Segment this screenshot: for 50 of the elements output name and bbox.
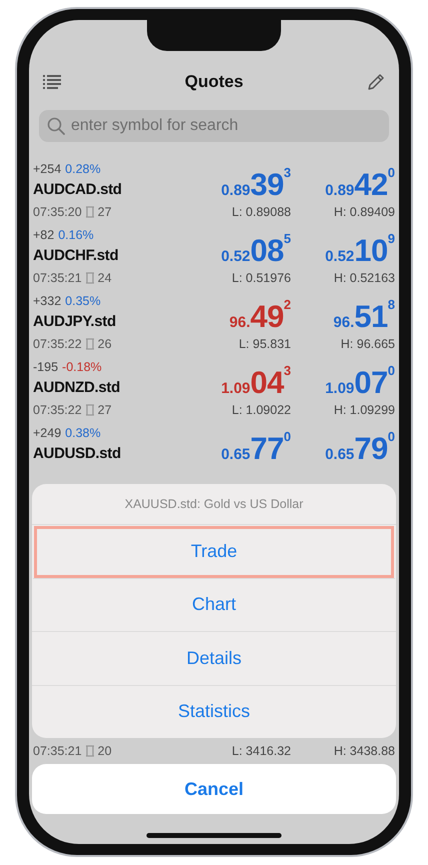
change-percent: 0.38% — [65, 425, 101, 442]
quote-time: 07:35:22 — [33, 337, 82, 351]
change-percent: 0.16% — [58, 227, 94, 244]
high-price: H: 1.09299 — [334, 402, 395, 419]
action-item[interactable]: Statistics — [32, 686, 396, 738]
quote-time: 07:35:21 — [33, 271, 82, 285]
spread-value: 26 — [98, 337, 112, 351]
action-item[interactable]: Trade — [33, 525, 395, 578]
spread-icon — [84, 404, 95, 416]
low-price: L: 3416.32 — [230, 744, 291, 758]
change-points: +249 — [33, 425, 62, 442]
spread-icon — [84, 272, 95, 284]
change-points: +254 — [33, 161, 62, 178]
screen-title: Quotes — [184, 72, 244, 92]
change-percent: -0.18% — [62, 359, 102, 376]
symbol-name[interactable]: AUDUSD.std — [33, 442, 187, 466]
change-percent: 0.35% — [65, 293, 101, 310]
quote-time: 07:35:20 — [33, 205, 82, 219]
sheet-title: XAUUSD.std: Gold vs US Dollar — [32, 484, 396, 525]
symbol-name[interactable]: AUDCHF.std — [33, 244, 187, 268]
high-price: H: 3438.88 — [332, 744, 395, 758]
spread-value: 20 — [98, 744, 112, 758]
low-price: L: 0.51976 — [232, 270, 291, 287]
change-points: +332 — [33, 293, 62, 310]
change-points: -195 — [33, 359, 58, 376]
spread-value: 24 — [98, 271, 112, 285]
symbol-name[interactable]: AUDJPY.std — [33, 310, 187, 334]
change-points: +82 — [33, 227, 54, 244]
action-item[interactable]: Chart — [32, 578, 396, 632]
action-item[interactable]: Details — [32, 632, 396, 686]
low-price: L: 1.09022 — [232, 402, 291, 419]
low-price: L: 0.89088 — [232, 204, 291, 221]
low-price: L: 95.831 — [238, 336, 291, 353]
symbol-name[interactable]: AUDNZD.std — [33, 376, 187, 400]
high-price: H: 0.52163 — [334, 270, 395, 287]
quote-time: 07:35:22 — [33, 403, 82, 417]
spread-icon — [84, 745, 95, 757]
spread-value: 27 — [98, 403, 112, 417]
search-field[interactable]: enter symbol for search — [39, 110, 389, 142]
quote-time: 07:35:21 — [33, 744, 82, 758]
change-percent: 0.28% — [65, 161, 101, 178]
spread-icon — [84, 206, 95, 218]
spread-value: 27 — [98, 205, 112, 219]
high-price: H: 96.665 — [340, 336, 395, 353]
pencil-icon[interactable] — [367, 73, 385, 91]
spread-icon — [84, 338, 95, 350]
symbol-name[interactable]: AUDCAD.std — [33, 178, 187, 202]
list-icon[interactable] — [43, 74, 61, 90]
high-price: H: 0.89409 — [334, 204, 395, 221]
cancel-button[interactable]: Cancel — [32, 764, 396, 814]
